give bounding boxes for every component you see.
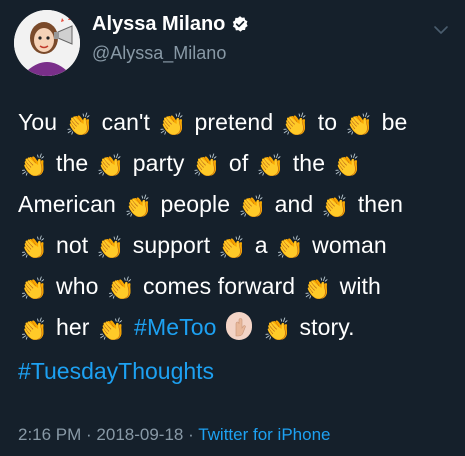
chevron-down-icon[interactable] — [433, 22, 449, 38]
clapping-hands-icon: 👏 — [20, 235, 48, 260]
clapping-hands-icon: 👏 — [218, 235, 247, 260]
clapping-hands-icon: 👏 — [20, 276, 48, 301]
clapping-hands-icon: 👏 — [276, 235, 304, 260]
clapping-hands-icon: 👏 — [333, 153, 362, 178]
clapping-hands-icon: 👏 — [158, 112, 186, 137]
meta-separator: · — [183, 425, 199, 444]
tweet-word: to — [317, 109, 338, 135]
tweet-word: the — [292, 150, 326, 176]
meta-separator: · — [81, 425, 97, 444]
tweet-metadata: 2:16 PM · 2018-09-18 · Twitter for iPhon… — [18, 424, 330, 446]
tweet-text: You 👏 can't 👏 pretend 👏 to 👏 be 👏 the 👏 p… — [18, 102, 458, 348]
tweet-card: Alyssa Milano @Alyssa_Milano You 👏 can't… — [0, 0, 465, 456]
tweet-word: can't — [101, 109, 150, 135]
tweet-word: with — [339, 273, 381, 299]
display-name[interactable]: Alyssa Milano — [92, 12, 225, 36]
clapping-hands-icon: 👏 — [20, 153, 48, 178]
tweet-word: You — [18, 109, 58, 135]
clapping-hands-icon: 👏 — [98, 317, 126, 342]
clapping-hands-icon: 👏 — [345, 112, 374, 137]
clapping-hands-icon: 👏 — [321, 194, 350, 219]
clapping-hands-icon: 👏 — [192, 153, 221, 178]
avatar-illustration-icon — [14, 10, 80, 76]
clapping-hands-icon: 👏 — [281, 112, 310, 137]
tweet-line: You 👏 can't 👏 pretend 👏 to 👏 be — [18, 102, 458, 143]
hashtag-tuesday-thoughts[interactable]: #TuesdayThoughts — [18, 354, 214, 388]
raised-hand-icon — [225, 312, 252, 340]
tweet-word: and — [274, 191, 314, 217]
tweet-line: 👏 not 👏 support 👏 a 👏 woman — [18, 225, 458, 266]
tweet-word: comes forward — [143, 273, 296, 299]
tweet-word: people — [160, 191, 231, 217]
verified-badge-icon — [233, 16, 249, 32]
tweet-word: not — [56, 232, 89, 258]
tweet-word: a — [254, 232, 268, 258]
tweet-word: her — [56, 314, 90, 340]
tweet-word: of — [228, 150, 249, 176]
clapping-hands-icon: 👏 — [96, 235, 125, 260]
hashtag-link[interactable]: #MeToo — [134, 314, 216, 340]
tweet-word: the — [56, 150, 89, 176]
tweet-word: be — [381, 109, 408, 135]
clapping-hands-icon: 👏 — [256, 153, 285, 178]
tweet-line: 👏 the 👏 party 👏 of 👏 the 👏 — [18, 143, 458, 184]
tweet-line: 👏 her 👏 #MeToo 👏 story. — [18, 307, 458, 348]
tweet-line: 👏 who 👏 comes forward 👏 with — [18, 266, 458, 307]
clapping-hands-icon: 👏 — [107, 276, 135, 301]
user-handle[interactable]: @Alyssa_Milano — [92, 42, 226, 64]
tweet-word: party — [132, 150, 185, 176]
tweet-word: support — [132, 232, 211, 258]
clapping-hands-icon: 👏 — [65, 112, 94, 137]
tweet-line: American 👏 people 👏 and 👏 then — [18, 184, 458, 225]
tweet-date[interactable]: 2018-09-18 — [96, 425, 183, 444]
clapping-hands-icon: 👏 — [20, 317, 48, 342]
tweet-word: who — [56, 273, 99, 299]
tweet-word: then — [357, 191, 403, 217]
tweet-word: pretend — [194, 109, 274, 135]
clapping-hands-icon: 👏 — [124, 194, 152, 219]
clapping-hands-icon: 👏 — [238, 194, 267, 219]
tweet-time[interactable]: 2:16 PM — [18, 425, 81, 444]
clapping-hands-icon: 👏 — [303, 276, 332, 301]
tweet-word: story. — [299, 314, 355, 340]
avatar[interactable] — [14, 10, 80, 76]
tweet-word: woman — [312, 232, 387, 258]
name-row: Alyssa Milano — [92, 12, 249, 36]
tweet-word: American — [18, 191, 116, 217]
clapping-hands-icon: 👏 — [263, 317, 291, 342]
clapping-hands-icon: 👏 — [96, 153, 125, 178]
tweet-source[interactable]: Twitter for iPhone — [198, 425, 330, 444]
